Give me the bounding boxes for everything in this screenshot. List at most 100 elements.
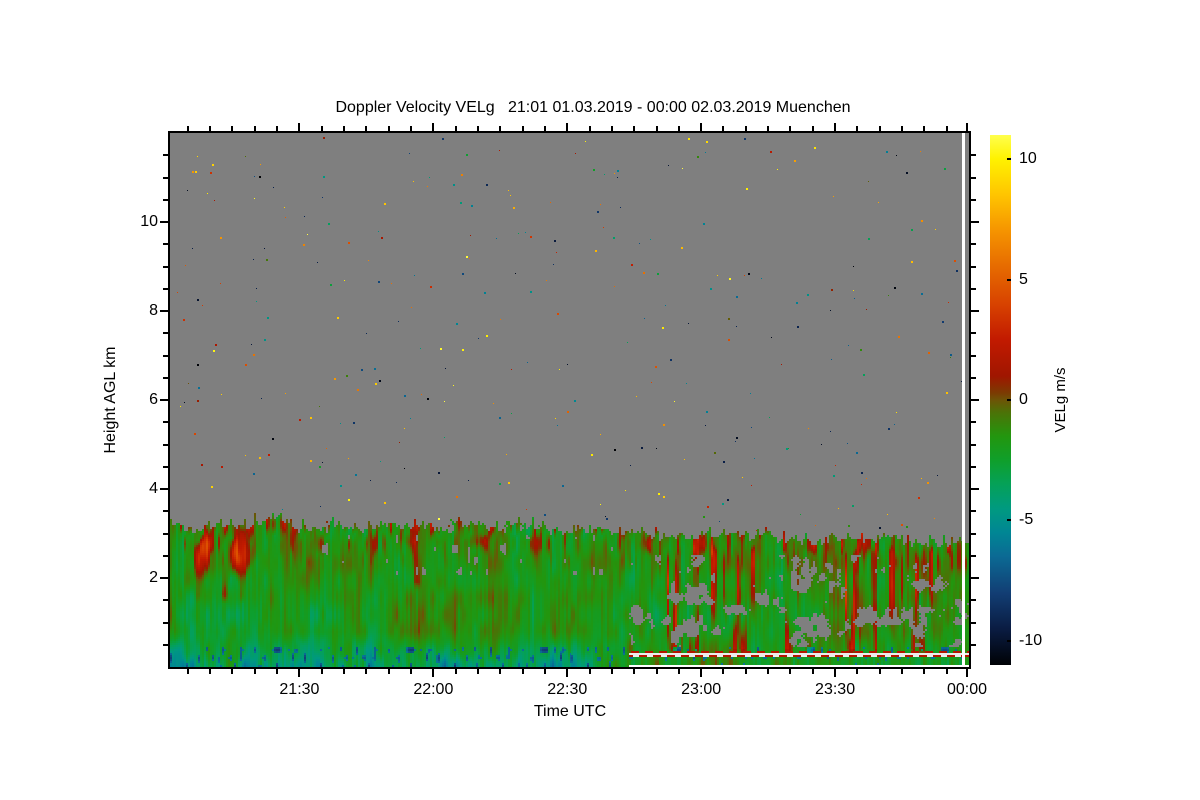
colorbar-tick: [1007, 399, 1011, 401]
colorbar-tick: [1007, 639, 1011, 642]
y-axis-minor-tick: [163, 532, 168, 535]
y-axis-right-minor-tick: [971, 354, 976, 357]
x-tick-label: 23:00: [681, 681, 722, 698]
x-axis-top-minor-tick: [677, 126, 680, 131]
colorbar-tick-label: 0: [1019, 391, 1028, 408]
x-axis-minor-tick: [231, 669, 234, 674]
y-axis-right-minor-tick: [971, 287, 976, 290]
y-axis-right-minor-tick: [971, 554, 976, 557]
x-axis-minor-tick: [209, 669, 212, 674]
x-axis-top-major-tick: [566, 123, 569, 131]
y-axis-right-minor-tick: [971, 243, 976, 246]
x-axis-top-minor-tick: [923, 126, 926, 131]
x-axis-minor-tick: [856, 669, 859, 674]
x-axis-top-minor-tick: [186, 126, 189, 131]
x-axis-minor-tick: [945, 669, 948, 674]
x-axis-minor-tick: [610, 669, 613, 674]
y-axis-minor-tick: [163, 643, 168, 646]
colorbar-tick-label: -5: [1019, 511, 1034, 529]
x-tick-label: 00:00: [946, 681, 988, 698]
x-axis-top-major-tick: [966, 123, 968, 131]
y-axis-minor-tick: [163, 621, 168, 624]
x-axis-top-minor-tick: [789, 126, 792, 131]
y-axis-right-minor-tick: [971, 332, 976, 335]
x-axis-minor-tick: [878, 669, 881, 674]
x-axis-minor-tick: [789, 669, 792, 674]
x-tick-label: 21:30: [279, 681, 320, 698]
x-axis-top-minor-tick: [878, 126, 881, 131]
y-tick-label: 4: [149, 480, 158, 497]
y-axis-minor-tick: [163, 510, 168, 513]
colorbar-tick-label: 5: [1019, 270, 1028, 288]
x-axis-top-minor-tick: [499, 126, 502, 131]
x-axis-top-minor-tick: [633, 126, 636, 131]
x-axis-minor-tick: [901, 669, 904, 674]
x-axis-major-tick: [700, 669, 703, 677]
y-axis-minor-tick: [163, 554, 168, 557]
x-axis-minor-tick: [633, 669, 636, 674]
y-axis-minor-tick: [163, 443, 168, 446]
x-axis-minor-tick: [811, 669, 814, 674]
x-axis-minor-tick: [744, 669, 747, 674]
x-axis-minor-tick: [253, 669, 256, 674]
x-axis-top-minor-tick: [610, 126, 613, 131]
y-axis-minor-tick: [163, 176, 168, 179]
x-axis-top-minor-tick: [945, 126, 948, 131]
y-axis-right-major-tick: [971, 488, 979, 490]
x-axis-top-minor-tick: [365, 126, 368, 131]
y-axis-right-minor-tick: [971, 643, 976, 646]
x-axis-title: Time UTC: [533, 703, 607, 720]
x-axis-top-minor-tick: [767, 126, 770, 131]
x-axis-top-minor-tick: [343, 126, 346, 131]
y-axis-right-minor-tick: [971, 532, 976, 535]
x-axis-minor-tick: [655, 669, 658, 674]
y-axis-right-minor-tick: [971, 421, 976, 424]
y-axis-right-minor-tick: [971, 198, 976, 201]
y-axis-right-major-tick: [971, 310, 979, 312]
y-axis-right-minor-tick: [971, 176, 976, 179]
x-axis-top-major-tick: [432, 123, 435, 131]
x-axis-top-minor-tick: [454, 126, 457, 131]
x-axis-top-minor-tick: [276, 126, 279, 131]
x-axis-minor-tick: [722, 669, 725, 674]
y-axis-major-tick: [160, 310, 168, 312]
x-axis-major-tick: [834, 669, 837, 677]
y-axis-right-minor-tick: [971, 443, 976, 446]
x-axis-top-major-tick: [298, 123, 301, 131]
x-axis-major-tick: [432, 669, 435, 677]
y-axis-minor-tick: [163, 421, 168, 424]
x-axis-major-tick: [966, 669, 968, 677]
y-axis-minor-tick: [163, 154, 168, 157]
y-axis-minor-tick: [163, 376, 168, 379]
x-axis-minor-tick: [767, 669, 770, 674]
x-tick-label: 22:00: [413, 681, 454, 698]
y-tick-label: 2: [149, 569, 158, 586]
x-axis-minor-tick: [521, 669, 524, 674]
x-axis-minor-tick: [677, 669, 680, 674]
x-axis-minor-tick: [343, 669, 346, 674]
x-axis-top-minor-tick: [655, 126, 658, 131]
x-axis-top-minor-tick: [209, 126, 212, 131]
x-axis-major-tick: [566, 669, 569, 677]
x-axis-major-tick: [298, 669, 301, 677]
y-axis-major-tick: [160, 221, 168, 223]
y-axis-right-major-tick: [971, 221, 979, 223]
x-axis-top-minor-tick: [387, 126, 390, 131]
x-axis-top-minor-tick: [744, 126, 747, 131]
y-axis-major-tick: [160, 488, 168, 490]
plot-frame: [168, 131, 971, 669]
y-tick-label: 10: [140, 213, 158, 230]
x-axis-minor-tick: [543, 669, 546, 674]
x-axis-minor-tick: [387, 669, 390, 674]
x-axis-minor-tick: [476, 669, 479, 674]
y-axis-right-minor-tick: [971, 376, 976, 379]
y-axis-minor-tick: [163, 599, 168, 602]
x-axis-top-minor-tick: [901, 126, 904, 131]
y-axis-right-minor-tick: [971, 621, 976, 624]
colorbar-tick-label: -10: [1019, 631, 1043, 649]
x-axis-top-major-tick: [700, 123, 703, 131]
x-axis-top-minor-tick: [856, 126, 859, 131]
x-axis-top-minor-tick: [410, 126, 413, 131]
x-axis-top-minor-tick: [588, 126, 591, 131]
y-axis-right-minor-tick: [971, 154, 976, 157]
